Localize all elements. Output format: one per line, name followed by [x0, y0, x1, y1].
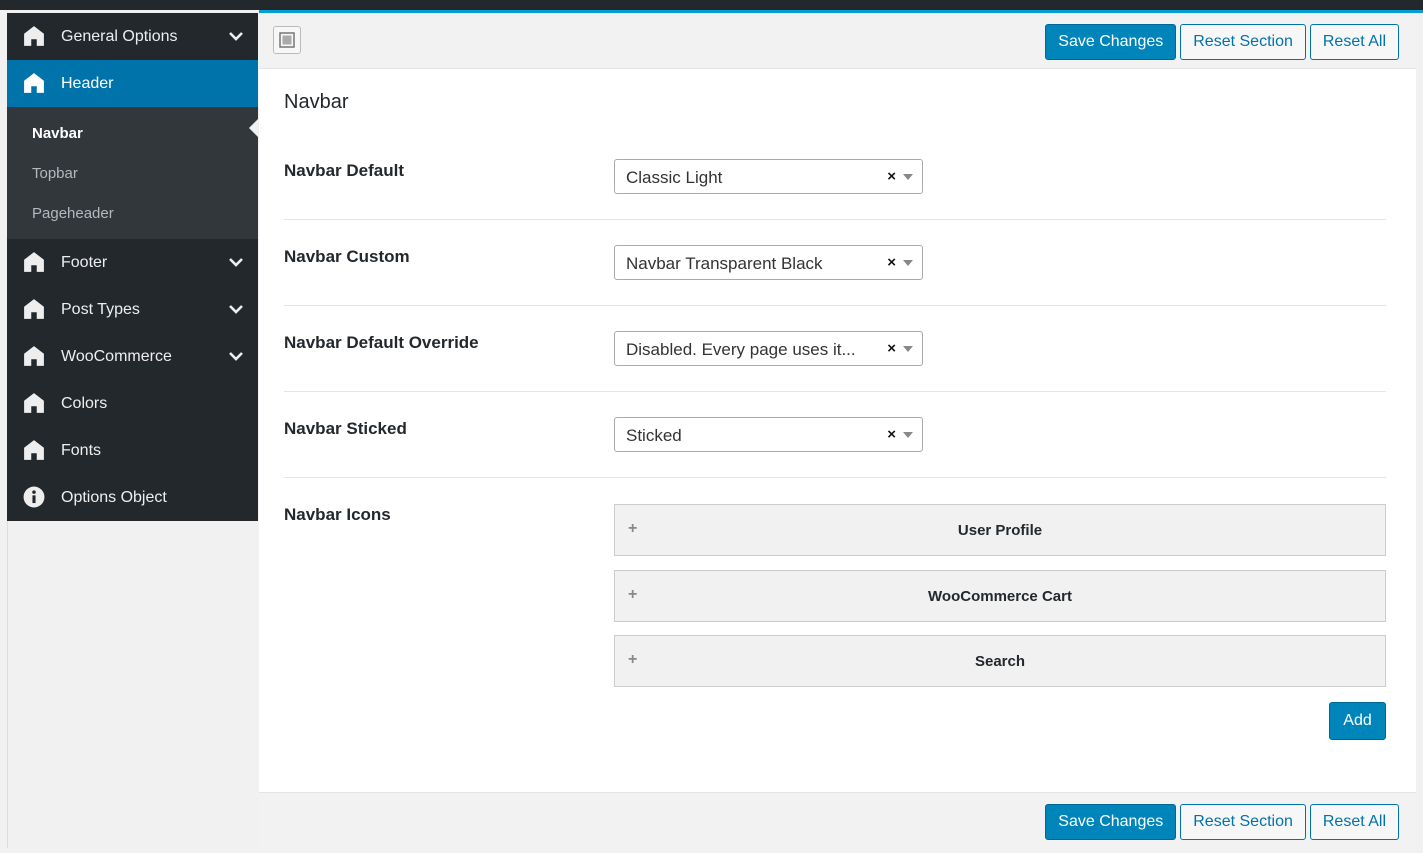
chevron-down-icon — [229, 305, 243, 314]
clear-icon[interactable]: × — [887, 426, 896, 443]
navbar-default-select[interactable]: Classic Light × — [614, 159, 923, 194]
field-label: Navbar Default Override — [284, 333, 479, 352]
layout-icon — [279, 32, 295, 48]
select-value: Sticked — [626, 426, 682, 445]
reset-section-button[interactable]: Reset Section — [1180, 804, 1306, 840]
dropdown-arrow-icon[interactable] — [903, 260, 913, 266]
save-changes-button[interactable]: Save Changes — [1045, 804, 1177, 840]
header-actions: Save Changes Reset Section Reset All — [1045, 24, 1399, 60]
expand-toggle-button[interactable] — [273, 26, 301, 54]
accordion-title: User Profile — [957, 522, 1043, 539]
field-label: Navbar Default — [284, 161, 404, 180]
sidebar-item-colors[interactable]: Colors — [7, 380, 258, 427]
sidebar-item-label: Options Object — [61, 488, 167, 506]
home-icon — [24, 299, 44, 319]
section-title: Navbar — [284, 91, 349, 113]
select-value: Classic Light — [626, 168, 723, 187]
sidebar-item-header[interactable]: Header — [7, 60, 258, 107]
field-row-navbar-default-override: Navbar Default Override Disabled. Every … — [284, 306, 1386, 392]
field-label: Navbar Custom — [284, 247, 410, 266]
panel-footer: Save Changes Reset Section Reset All — [259, 792, 1416, 848]
dropdown-arrow-icon[interactable] — [903, 432, 913, 438]
sidebar-item-label: Header — [61, 74, 114, 92]
home-icon — [24, 440, 44, 460]
dropdown-arrow-icon[interactable] — [903, 346, 913, 352]
home-icon — [24, 346, 44, 366]
accordion-woocommerce-cart[interactable]: + WooCommerce Cart — [614, 570, 1386, 622]
current-indicator — [249, 119, 258, 137]
field-label: Navbar Sticked — [284, 419, 407, 438]
sidebar-item-general-options[interactable]: General Options — [7, 13, 258, 60]
submenu-item-navbar[interactable]: Navbar — [7, 113, 258, 153]
navbar-default-override-select[interactable]: Disabled. Every page uses it... × — [614, 331, 923, 366]
submenu-item-pageheader[interactable]: Pageheader — [7, 193, 258, 233]
home-icon — [24, 73, 44, 93]
options-sidebar: General Options Header Navbar Topbar Pag… — [7, 13, 258, 521]
options-panel: Save Changes Reset Section Reset All Nav… — [259, 13, 1416, 848]
reset-all-button[interactable]: Reset All — [1309, 804, 1399, 840]
clear-icon[interactable]: × — [887, 340, 896, 357]
accordion-search[interactable]: + Search — [614, 635, 1386, 687]
accordion-title: Search — [974, 653, 1026, 670]
submenu-item-topbar[interactable]: Topbar — [7, 153, 258, 193]
select-value: Navbar Transparent Black — [626, 254, 823, 273]
sidebar-item-footer[interactable]: Footer — [7, 239, 258, 286]
chevron-down-icon — [229, 352, 243, 361]
select-value: Disabled. Every page uses it... — [626, 340, 856, 359]
navbar-custom-select[interactable]: Navbar Transparent Black × — [614, 245, 923, 280]
clear-icon[interactable]: × — [887, 168, 896, 185]
sidebar-item-woocommerce[interactable]: WooCommerce — [7, 333, 258, 380]
reset-all-button[interactable]: Reset All — [1309, 24, 1399, 60]
sidebar-item-label: Colors — [61, 394, 108, 412]
clear-icon[interactable]: × — [887, 254, 896, 271]
dropdown-arrow-icon[interactable] — [903, 174, 913, 180]
home-icon — [24, 393, 44, 413]
field-row-navbar-sticked: Navbar Sticked Sticked × — [284, 392, 1386, 478]
chevron-down-icon — [229, 32, 243, 41]
panel-header: Save Changes Reset Section Reset All — [259, 13, 1416, 69]
sidebar-item-options-object[interactable]: Options Object — [7, 474, 258, 521]
admin-top-bar — [0, 0, 1423, 10]
home-icon — [24, 26, 44, 46]
field-row-navbar-default: Navbar Default Classic Light × — [284, 147, 1386, 220]
sidebar-item-label: Footer — [61, 253, 108, 271]
sidebar-item-label: WooCommerce — [61, 347, 172, 365]
home-icon — [24, 252, 44, 272]
field-row-navbar-custom: Navbar Custom Navbar Transparent Black × — [284, 220, 1386, 306]
sidebar-item-fonts[interactable]: Fonts — [7, 427, 258, 474]
sidebar-item-post-types[interactable]: Post Types — [7, 286, 258, 333]
reset-section-button[interactable]: Reset Section — [1180, 24, 1306, 60]
sidebar-item-label: Fonts — [61, 441, 102, 459]
info-icon — [23, 486, 45, 508]
sidebar-item-label: General Options — [61, 27, 178, 45]
accordion-title: WooCommerce Cart — [928, 588, 1072, 605]
navbar-icons-label: Navbar Icons — [284, 505, 391, 524]
navbar-sticked-select[interactable]: Sticked × — [614, 417, 923, 452]
chevron-down-icon — [229, 258, 243, 267]
footer-actions: Save Changes Reset Section Reset All — [1045, 804, 1399, 840]
header-submenu: Navbar Topbar Pageheader — [7, 107, 258, 239]
accordion-user-profile[interactable]: + User Profile — [614, 504, 1386, 556]
save-changes-button[interactable]: Save Changes — [1045, 24, 1177, 60]
sidebar-item-label: Post Types — [61, 300, 140, 318]
add-icon-button[interactable]: Add — [1329, 702, 1386, 740]
